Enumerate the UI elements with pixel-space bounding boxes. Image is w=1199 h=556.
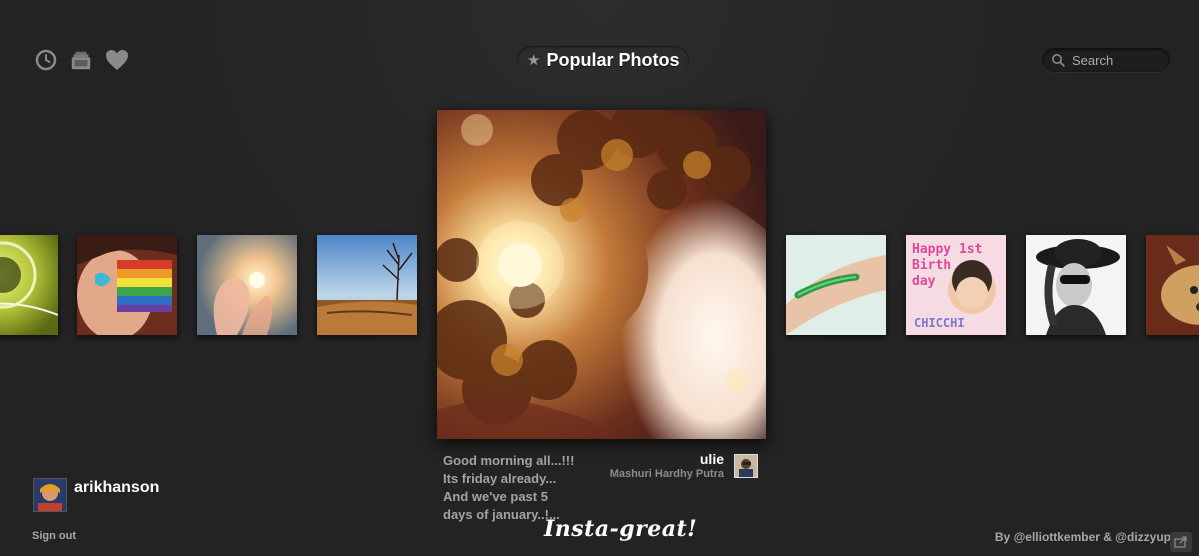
credits-prefix: By (994, 530, 1014, 544)
thumb-sun-hand[interactable] (197, 235, 297, 335)
thumb-arm-tattoo[interactable] (786, 235, 886, 335)
thumb-green-abstract[interactable] (0, 235, 58, 335)
sign-out-link[interactable]: Sign out (32, 530, 76, 542)
credit-link-dizzyup[interactable]: @dizzyup (1115, 530, 1171, 544)
page-title: ★ Popular Photos (517, 46, 690, 74)
user-avatar[interactable] (33, 478, 67, 512)
thumb-bw-portrait[interactable] (1026, 235, 1126, 335)
photo-caption: Good morning all...!!! Its friday alread… (443, 453, 575, 522)
thumb-birthday-baby[interactable]: Happy 1st Birth day CHICCHI (906, 235, 1006, 335)
thumb-tree-landscape[interactable] (317, 235, 417, 335)
heart-icon[interactable] (105, 48, 129, 72)
thumb-dog[interactable] (1146, 235, 1199, 335)
photo-author-fullname: Mashuri Hardhy Putra (609, 468, 724, 480)
author-avatar[interactable] (734, 454, 758, 478)
svg-text:CHICCHI: CHICCHI (914, 316, 965, 330)
top-bar: ★ Popular Photos (0, 0, 1199, 100)
search-icon (1052, 54, 1065, 67)
featured-photo[interactable] (437, 110, 766, 439)
title-text: Popular Photos (546, 49, 680, 70)
photos-icon[interactable] (69, 48, 93, 72)
star-icon: ★ (527, 52, 541, 69)
thumb-rainbow-face[interactable] (77, 235, 177, 335)
app-logo: Insta-great! (544, 516, 698, 542)
svg-text:Happy 1st: Happy 1st (912, 242, 982, 257)
share-icon[interactable] (1170, 532, 1192, 552)
credit-link-elliottkember[interactable]: @elliottkember (1014, 530, 1100, 544)
svg-text:Birth: Birth (912, 258, 951, 273)
search-input[interactable] (1070, 51, 1164, 69)
clock-icon[interactable] (34, 48, 58, 72)
photo-username[interactable]: ulie (700, 451, 724, 467)
svg-text:day: day (912, 274, 936, 289)
credits: By @elliottkember & @dizzyup (995, 530, 1171, 544)
search-box (1042, 48, 1170, 72)
credits-separator: & (1099, 530, 1116, 544)
current-username[interactable]: arikhanson (74, 479, 159, 497)
